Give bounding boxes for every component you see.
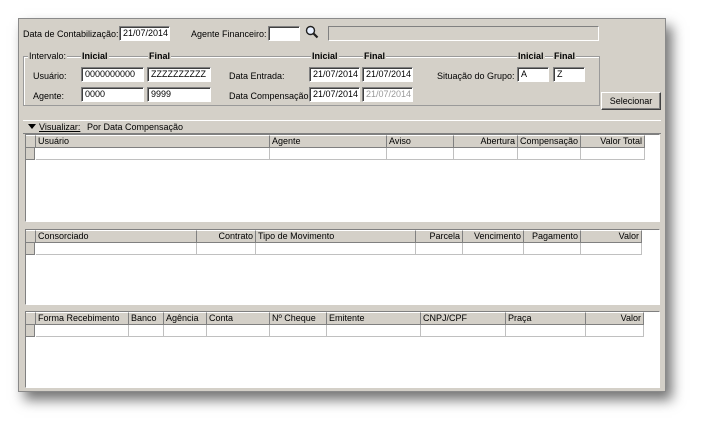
agente-financeiro-label: Agente Financeiro:: [191, 29, 267, 39]
grid1-header-usuario[interactable]: Usuário: [36, 135, 270, 148]
usuario-inicial-header: Inicial: [81, 51, 109, 62]
grid2-header-pagamento[interactable]: Pagamento: [524, 230, 581, 243]
grid2-header-valor[interactable]: Valor: [581, 230, 642, 243]
grid2-header-consorciado[interactable]: Consorciado: [36, 230, 197, 243]
situacao-inicial-input[interactable]: A: [517, 67, 549, 82]
grid3-header-cnpj-cpf[interactable]: CNPJ/CPF: [421, 312, 506, 325]
grid3-header-emitente[interactable]: Emitente: [327, 312, 421, 325]
visualizar-value: Por Data Compensação: [87, 122, 184, 132]
situacao-final-input[interactable]: Z: [553, 67, 585, 82]
grid1-header-agente[interactable]: Agente: [270, 135, 387, 148]
main-window: Data de Contabilização: 21/07/2014 Agent…: [18, 18, 666, 392]
grid3-cell[interactable]: [327, 325, 421, 337]
grid1-cell[interactable]: [387, 148, 454, 160]
data-entrada-label: Data Entrada:: [229, 71, 285, 81]
grid1-header-compensacao[interactable]: Compensação: [518, 135, 581, 148]
grid2-header-parcela[interactable]: Parcela: [416, 230, 463, 243]
usuario-final-header: Final: [148, 51, 172, 62]
usuario-final-input[interactable]: ZZZZZZZZZZ: [147, 67, 211, 82]
search-icon[interactable]: [305, 25, 319, 39]
agente-final-input[interactable]: 9999: [147, 87, 211, 102]
agente-inicial-input[interactable]: 0000: [81, 87, 144, 102]
grid3-header-conta[interactable]: Conta: [207, 312, 270, 325]
grid2-corner: [26, 230, 36, 243]
grid2-row-indicator: [26, 243, 35, 255]
consorciado-grid[interactable]: Consorciado Contrato Tipo de Movimento P…: [25, 229, 660, 305]
grid1-cell[interactable]: [36, 148, 270, 160]
data-compensacao-inicial-input[interactable]: 21/07/2014: [309, 87, 360, 102]
grid2-header-contrato[interactable]: Contrato: [197, 230, 256, 243]
grid2-cell[interactable]: [524, 243, 581, 255]
grid2-cell[interactable]: [36, 243, 197, 255]
grid1-cell[interactable]: [518, 148, 581, 160]
grid3-cell[interactable]: [586, 325, 644, 337]
grid1-corner: [26, 135, 36, 148]
grid2-cell[interactable]: [197, 243, 256, 255]
grid3-cell[interactable]: [164, 325, 207, 337]
visualizar-bar[interactable]: Visualizar: Por Data Compensação: [23, 120, 661, 134]
grid3-cell[interactable]: [270, 325, 327, 337]
usuario-label: Usuário:: [33, 71, 67, 81]
grid2-cell[interactable]: [256, 243, 416, 255]
grid1-cell[interactable]: [581, 148, 645, 160]
grid3-header-praca[interactable]: Praça: [506, 312, 586, 325]
grid3-header-numero-cheque[interactable]: Nº Cheque: [270, 312, 327, 325]
grid2-cell[interactable]: [581, 243, 642, 255]
situacao-inicial-header: Inicial: [517, 51, 545, 62]
data-contabilizacao-label: Data de Contabilização:: [23, 29, 119, 39]
grid1-row-indicator: [26, 148, 35, 160]
agente-financeiro-input[interactable]: [268, 26, 300, 41]
usuario-grid[interactable]: Usuário Agente Aviso Abertura Compensaçã…: [25, 134, 660, 222]
grid3-corner: [26, 312, 36, 325]
situacao-grupo-label: Situação do Grupo:: [437, 71, 515, 81]
grid3-header-agencia[interactable]: Agência: [164, 312, 207, 325]
visualizar-prefix: Visualizar:: [39, 122, 81, 132]
grid3-cell[interactable]: [36, 325, 129, 337]
grid3-header-valor[interactable]: Valor: [586, 312, 644, 325]
data-contabilizacao-input[interactable]: 21/07/2014: [119, 26, 170, 41]
grid3-header-forma-recebimento[interactable]: Forma Recebimento: [36, 312, 129, 325]
forma-recebimento-grid[interactable]: Forma Recebimento Banco Agência Conta Nº…: [25, 311, 660, 388]
data-entrada-final-input[interactable]: 21/07/2014: [362, 67, 413, 82]
grid3-header-banco[interactable]: Banco: [129, 312, 164, 325]
grid2-header-vencimento[interactable]: Vencimento: [463, 230, 524, 243]
collapse-icon[interactable]: [28, 123, 36, 131]
data-entrada-inicial-input[interactable]: 21/07/2014: [309, 67, 360, 82]
grid2-header-tipo-movimento[interactable]: Tipo de Movimento: [256, 230, 416, 243]
agente-financeiro-description: [328, 26, 599, 41]
grid1-header-valor-total[interactable]: Valor Total: [581, 135, 645, 148]
grid1-cell[interactable]: [454, 148, 518, 160]
selecionar-button[interactable]: Selecionar: [601, 92, 661, 110]
agente-label: Agente:: [33, 91, 65, 101]
data-compensacao-label: Data Compensação:: [229, 91, 312, 101]
grid1-cell[interactable]: [270, 148, 387, 160]
data-compensacao-final-input[interactable]: 21/07/2014: [362, 87, 413, 102]
grid3-cell[interactable]: [207, 325, 270, 337]
grid3-cell[interactable]: [129, 325, 164, 337]
intervalo-label: Intervalo:: [28, 51, 68, 62]
grid3-cell[interactable]: [421, 325, 506, 337]
grid1-header-abertura[interactable]: Abertura: [454, 135, 518, 148]
grid2-cell[interactable]: [463, 243, 524, 255]
situacao-final-header: Final: [553, 51, 577, 62]
grid2-cell[interactable]: [416, 243, 463, 255]
data-final-header: Final: [363, 51, 387, 62]
grid3-cell[interactable]: [506, 325, 586, 337]
grid1-header-aviso[interactable]: Aviso: [387, 135, 454, 148]
usuario-inicial-input[interactable]: 0000000000: [81, 67, 144, 82]
grid3-row-indicator: [26, 325, 35, 337]
data-inicial-header: Inicial: [311, 51, 339, 62]
